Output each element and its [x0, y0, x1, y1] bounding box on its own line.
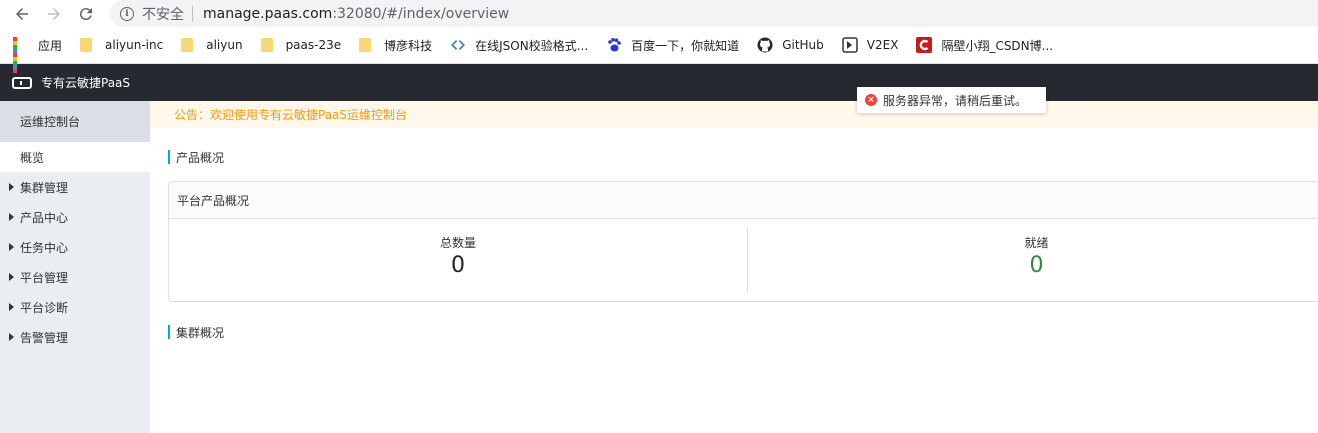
stat-total: 总数量 0: [169, 219, 747, 301]
bookmark-apps[interactable]: 应用: [13, 37, 63, 73]
error-toast: × 服务器异常，请稍后重试。: [857, 87, 1046, 113]
url-divider: [192, 5, 193, 22]
stat-ready: 就绪 0: [747, 227, 1318, 293]
csdn-icon: [916, 37, 933, 53]
bookmarks-bar: 应用 aliyun-inc aliyun paas-23e 博彦科技 在线JSO…: [0, 27, 1318, 73]
bookmark-label: 应用: [38, 38, 63, 53]
sidebar-item-platform-diagnosis[interactable]: 平台诊断: [0, 292, 150, 322]
bookmark-label: 博彦科技: [384, 38, 433, 53]
main-area: 运维控制台 概览 集群管理 产品中心 任务中心 平台管理 平台诊断 告警管理 公…: [0, 101, 1318, 433]
app-title[interactable]: 专有云敏捷PaaS: [41, 74, 130, 91]
sidebar-item-overview[interactable]: 概览: [0, 142, 150, 172]
url-text: manage.paas.com:32080/#/index/overview: [203, 6, 509, 22]
arrow-left-icon: [16, 7, 28, 20]
folder-icon: [80, 38, 93, 52]
bookmark-csdn[interactable]: 隔壁小翔_CSDN博...: [916, 37, 1053, 54]
browser-toolbar: i 不安全 manage.paas.com:32080/#/index/over…: [0, 0, 1318, 27]
caret-right-icon: [9, 303, 14, 311]
bookmark-label: 百度一下，你就知道: [631, 38, 740, 53]
stat-label: 总数量: [439, 236, 476, 250]
logo-icon: [12, 76, 32, 89]
stat-value: 0: [451, 253, 465, 278]
cluster-overview-heading: 集群概况: [168, 325, 224, 340]
back-button[interactable]: [8, 0, 36, 27]
bookmark-v2ex[interactable]: V2EX: [842, 37, 899, 53]
platform-product-card: 平台产品概况 总数量 0 就绪 0: [168, 181, 1318, 302]
github-icon: [757, 37, 773, 53]
caret-right-icon: [9, 213, 14, 221]
bookmark-label: 在线JSON校验格式...: [475, 38, 589, 53]
product-overview-heading: 产品概况: [168, 150, 1318, 165]
folder-icon: [181, 38, 194, 52]
sidebar-item-product-center[interactable]: 产品中心: [0, 202, 150, 232]
info-icon[interactable]: i: [120, 6, 134, 21]
stat-label: 就绪: [1024, 236, 1049, 250]
sidebar-item-label: 产品中心: [20, 210, 69, 225]
stat-value: 0: [1029, 253, 1044, 278]
card-title: 平台产品概况: [169, 182, 1318, 219]
insecure-label: 不安全: [142, 6, 184, 23]
bookmark-label: aliyun: [206, 38, 243, 52]
toast-message: 服务器异常，请稍后重试。: [883, 93, 1028, 108]
folder-icon: [359, 38, 372, 52]
url-host: manage.paas.com: [203, 5, 333, 22]
arrow-right-icon: [48, 7, 60, 20]
address-bar[interactable]: i 不安全 manage.paas.com:32080/#/index/over…: [110, 0, 1318, 27]
bookmark-label: GitHub: [782, 38, 824, 52]
bookmark-label: 隔壁小翔_CSDN博...: [941, 38, 1054, 53]
bookmark-boyan[interactable]: 博彦科技: [359, 37, 432, 54]
baidu-paw-icon: [608, 38, 621, 52]
bookmark-github[interactable]: GitHub: [757, 37, 824, 53]
sidebar-item-label: 任务中心: [20, 240, 69, 255]
forward-button[interactable]: [40, 0, 68, 27]
apps-grid-icon: [13, 37, 29, 73]
sidebar-header[interactable]: 运维控制台: [0, 101, 150, 142]
folder-icon: [260, 38, 273, 52]
bookmark-json[interactable]: 在线JSON校验格式...: [450, 37, 588, 54]
sidebar: 运维控制台 概览 集群管理 产品中心 任务中心 平台管理 平台诊断 告警管理: [0, 101, 150, 433]
sidebar-item-alarm-management[interactable]: 告警管理: [0, 322, 150, 352]
url-path: :32080/#/index/overview: [332, 5, 510, 22]
sidebar-item-label: 告警管理: [20, 330, 69, 345]
bookmark-paas-23e[interactable]: paas-23e: [260, 38, 342, 52]
caret-right-icon: [9, 243, 14, 251]
caret-right-icon: [9, 273, 14, 281]
bookmark-label: aliyun-inc: [105, 38, 164, 52]
reload-button[interactable]: [72, 0, 100, 27]
v2ex-icon: [842, 37, 858, 53]
reload-icon: [79, 7, 92, 20]
app-header: 专有云敏捷PaaS: [0, 64, 1318, 101]
bookmark-aliyun-inc[interactable]: aliyun-inc: [80, 38, 163, 52]
sidebar-item-label: 集群管理: [20, 180, 69, 195]
sidebar-item-cluster-management[interactable]: 集群管理: [0, 172, 150, 202]
bookmark-label: paas-23e: [285, 38, 342, 52]
sidebar-item-task-center[interactable]: 任务中心: [0, 232, 150, 262]
stats-row: 总数量 0 就绪 0: [169, 219, 1318, 301]
bookmark-label: V2EX: [866, 38, 899, 52]
content-area: 公告：欢迎使用专有云敏捷PaaS运维控制台 产品概况 平台产品概况 总数量 0 …: [150, 101, 1318, 433]
sidebar-item-platform-management[interactable]: 平台管理: [0, 262, 150, 292]
error-circle-icon: ×: [865, 94, 877, 106]
bookmark-baidu[interactable]: 百度一下，你就知道: [606, 37, 739, 54]
caret-right-icon: [9, 183, 14, 191]
bookmark-aliyun[interactable]: aliyun: [181, 38, 243, 52]
sidebar-item-label: 平台管理: [20, 270, 69, 285]
sidebar-item-label: 平台诊断: [20, 300, 69, 315]
code-icon: [451, 40, 466, 50]
caret-right-icon: [9, 333, 14, 341]
announcement-banner: 公告：欢迎使用专有云敏捷PaaS运维控制台: [150, 101, 1318, 128]
sidebar-item-label: 概览: [20, 150, 45, 165]
